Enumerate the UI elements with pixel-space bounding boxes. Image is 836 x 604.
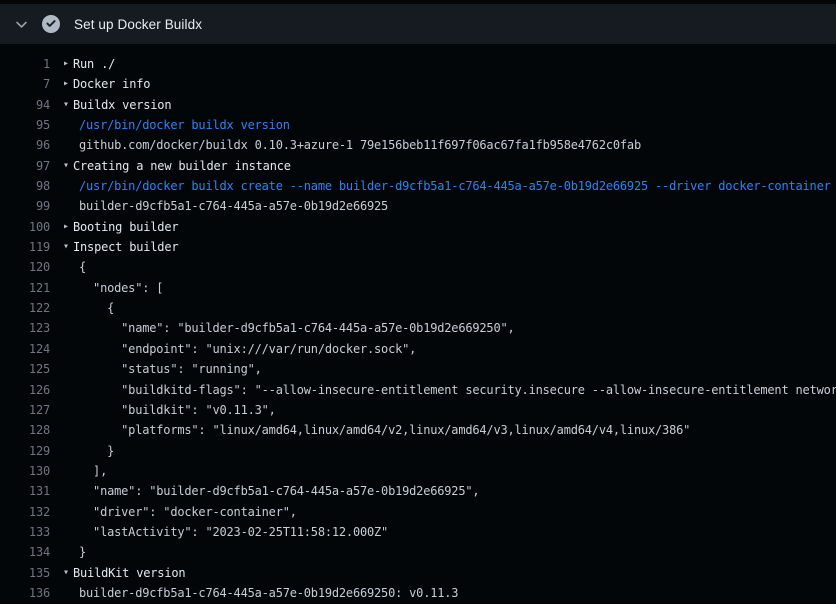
group-title: BuildKit version: [73, 563, 185, 583]
line-number[interactable]: 99: [0, 196, 50, 216]
log-text: /usr/bin/docker buildx create --name bui…: [79, 176, 831, 196]
log-line: 95/usr/bin/docker buildx version: [0, 115, 836, 135]
log-text: "buildkitd-flags": "--allow-insecure-ent…: [79, 380, 836, 400]
caret-expanded-icon[interactable]: ▾: [63, 95, 72, 115]
log-text: "nodes": [: [79, 278, 163, 298]
line-number[interactable]: 122: [0, 298, 50, 318]
log-line: 128 "platforms": "linux/amd64,linux/amd6…: [0, 420, 836, 440]
log-text: /usr/bin/docker buildx version: [79, 115, 290, 135]
line-number[interactable]: 128: [0, 420, 50, 440]
log-line: 126 "buildkitd-flags": "--allow-insecure…: [0, 380, 836, 400]
caret-collapsed-icon[interactable]: ▸: [63, 74, 72, 94]
line-number[interactable]: 132: [0, 502, 50, 522]
log-line: 124 "endpoint": "unix:///var/run/docker.…: [0, 339, 836, 359]
group-title: Booting builder: [73, 217, 178, 237]
group-title: Buildx version: [73, 95, 171, 115]
line-number[interactable]: 7: [0, 74, 50, 94]
log-line: 127 "buildkit": "v0.11.3",: [0, 400, 836, 420]
group-title: Run ./: [73, 54, 115, 74]
log-line: 98/usr/bin/docker buildx create --name b…: [0, 176, 836, 196]
line-number[interactable]: 119: [0, 237, 50, 257]
log-line: 133 "lastActivity": "2023-02-25T11:58:12…: [0, 522, 836, 542]
line-number[interactable]: 95: [0, 115, 50, 135]
log-text: "name": "builder-d9cfb5a1-c764-445a-a57e…: [79, 481, 479, 501]
line-number[interactable]: 124: [0, 339, 50, 359]
group-title: Inspect builder: [73, 237, 178, 257]
line-number[interactable]: 125: [0, 359, 50, 379]
log-text: "name": "builder-d9cfb5a1-c764-445a-a57e…: [79, 318, 515, 338]
line-number[interactable]: 1: [0, 54, 50, 74]
log-line: 136 builder-d9cfb5a1-c764-445a-a57e-0b19d…: [0, 583, 836, 603]
log-line: 130 ],: [0, 461, 836, 481]
chevron-down-icon[interactable]: [14, 17, 29, 32]
line-number[interactable]: 134: [0, 542, 50, 562]
log-group-line[interactable]: 135 ▾BuildKit version: [0, 563, 836, 583]
log-line: 132 "driver": "docker-container",: [0, 502, 836, 522]
log-line: 131 "name": "builder-d9cfb5a1-c764-445a-…: [0, 481, 836, 501]
log-line: 120 {: [0, 257, 836, 277]
step-header[interactable]: Set up Docker Buildx: [0, 4, 836, 44]
line-number[interactable]: 130: [0, 461, 50, 481]
line-number[interactable]: 98: [0, 176, 50, 196]
line-number[interactable]: 100: [0, 217, 50, 237]
log-text: "driver": "docker-container",: [79, 502, 297, 522]
line-number[interactable]: 120: [0, 257, 50, 277]
log-text: "lastActivity": "2023-02-25T11:58:12.000…: [79, 522, 388, 542]
caret-expanded-icon[interactable]: ▾: [63, 237, 72, 257]
log-group-line[interactable]: 100 ▸Booting builder: [0, 217, 836, 237]
log-line: 125 "status": "running",: [0, 359, 836, 379]
log-text: builder-d9cfb5a1-c764-445a-a57e-0b19d2e6…: [79, 196, 388, 216]
caret-collapsed-icon[interactable]: ▸: [63, 54, 72, 74]
caret-expanded-icon[interactable]: ▾: [63, 156, 72, 176]
line-number[interactable]: 131: [0, 481, 50, 501]
log-text: ],: [79, 461, 107, 481]
log-line: 134}: [0, 542, 836, 562]
log-line: 99 builder-d9cfb5a1-c764-445a-a57e-0b19d2…: [0, 196, 836, 216]
log-text: }: [79, 542, 86, 562]
log-group-line[interactable]: 1 ▸Run ./: [0, 54, 836, 74]
log-group-line[interactable]: 97 ▾Creating a new builder instance: [0, 156, 836, 176]
line-number[interactable]: 94: [0, 95, 50, 115]
group-title: Creating a new builder instance: [73, 156, 291, 176]
log-pane[interactable]: 1▸Run ./7▸Docker info94▾Buildx version95…: [0, 44, 836, 604]
log-group-line[interactable]: 94 ▾Buildx version: [0, 95, 836, 115]
log-line: 96 github.com/docker/buildx 0.10.3+azure-…: [0, 135, 836, 155]
group-title: Docker info: [73, 74, 150, 94]
log-text: "platforms": "linux/amd64,linux/amd64/v2…: [79, 420, 690, 440]
caret-expanded-icon[interactable]: ▾: [63, 563, 72, 583]
line-number[interactable]: 121: [0, 278, 50, 298]
log-group-line[interactable]: 7 ▸Docker info: [0, 74, 836, 94]
log-text: }: [79, 441, 114, 461]
check-circle-icon: [42, 15, 60, 33]
log-line: 121 "nodes": [: [0, 278, 836, 298]
log-text: "buildkit": "v0.11.3",: [79, 400, 276, 420]
line-number[interactable]: 136: [0, 583, 50, 603]
log-text: github.com/docker/buildx 0.10.3+azure-1 …: [79, 135, 641, 155]
log-text: {: [79, 257, 86, 277]
log-text: "endpoint": "unix:///var/run/docker.sock…: [79, 339, 416, 359]
line-number[interactable]: 129: [0, 441, 50, 461]
line-number[interactable]: 127: [0, 400, 50, 420]
log-text: "status": "running",: [79, 359, 262, 379]
line-number[interactable]: 96: [0, 135, 50, 155]
log-line: 129 }: [0, 441, 836, 461]
step-title: Set up Docker Buildx: [74, 17, 202, 32]
log-group-line[interactable]: 119 ▾Inspect builder: [0, 237, 836, 257]
line-number[interactable]: 123: [0, 318, 50, 338]
caret-collapsed-icon[interactable]: ▸: [63, 217, 72, 237]
line-number[interactable]: 97: [0, 156, 50, 176]
log-text: builder-d9cfb5a1-c764-445a-a57e-0b19d2e6…: [79, 583, 458, 603]
log-text: {: [79, 298, 114, 318]
log-line: 123 "name": "builder-d9cfb5a1-c764-445a-…: [0, 318, 836, 338]
line-number[interactable]: 133: [0, 522, 50, 542]
line-number[interactable]: 126: [0, 380, 50, 400]
line-number[interactable]: 135: [0, 563, 50, 583]
log-line: 122 {: [0, 298, 836, 318]
